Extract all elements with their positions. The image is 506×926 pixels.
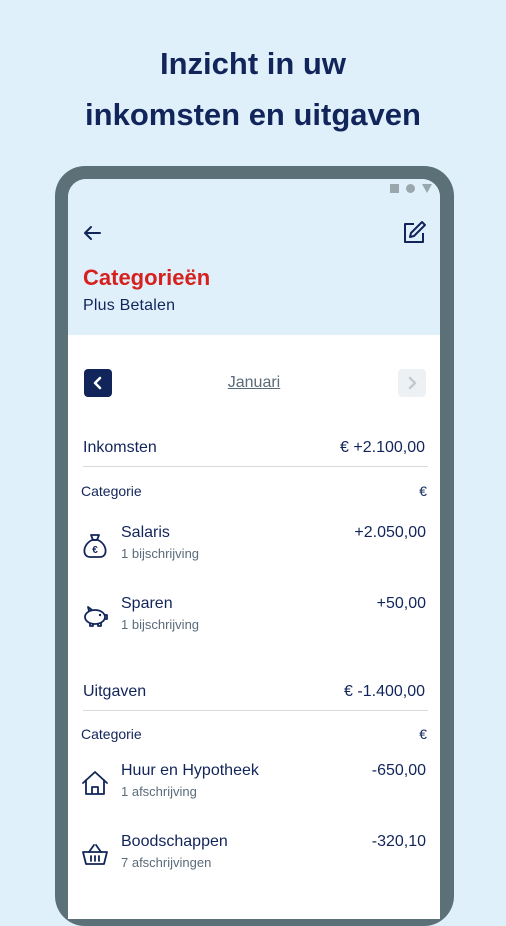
item-name: Sparen	[121, 595, 173, 612]
svg-text:€: €	[92, 545, 98, 556]
chevron-right-icon	[408, 376, 417, 390]
expenses-column-header: Categorie €	[81, 726, 427, 742]
amount-column-label: €	[419, 483, 427, 499]
money-bag-icon: €	[83, 534, 107, 558]
edit-icon[interactable]	[400, 219, 428, 247]
back-triangle-icon	[422, 184, 432, 193]
divider	[83, 710, 428, 711]
expenses-section-header: Uitgaven € -1.400,00	[83, 683, 425, 701]
status-bar	[390, 184, 432, 193]
list-item[interactable]: Huur en Hypotheek 1 afschrijving -650,00	[68, 762, 440, 822]
item-name: Salaris	[121, 524, 170, 541]
house-icon	[82, 771, 108, 795]
list-item[interactable]: Sparen 1 bijschrijving +50,00	[68, 595, 440, 655]
header-area: Categorieën Plus Betalen	[68, 179, 440, 335]
amount-column-label: €	[419, 726, 427, 742]
category-column-label: Categorie	[81, 483, 142, 499]
item-count: 1 bijschrijving	[121, 546, 200, 561]
income-section-header: Inkomsten € +2.100,00	[83, 439, 425, 457]
expenses-label: Uitgaven	[83, 683, 147, 700]
item-count: 1 afschrijving	[121, 784, 197, 799]
item-count: 1 bijschrijving	[121, 617, 200, 632]
item-amount: -320,10	[371, 833, 426, 850]
home-icon	[406, 184, 415, 193]
item-name: Huur en Hypotheek	[121, 762, 259, 779]
item-amount: +2.050,00	[354, 524, 426, 541]
list-item[interactable]: Boodschappen 7 afschrijvingen -320,10	[68, 833, 440, 893]
back-arrow-icon[interactable]	[80, 221, 104, 245]
promo-line-1: Inzicht in uw	[160, 46, 346, 81]
app-screen: Categorieën Plus Betalen Januari Inkomst…	[68, 179, 440, 919]
month-selector[interactable]: Januari	[68, 374, 440, 392]
income-column-header: Categorie €	[81, 483, 427, 499]
promo-heading: Inzicht in uw inkomsten en uitgaven	[0, 38, 506, 140]
divider	[83, 466, 428, 467]
basket-icon	[82, 844, 108, 865]
list-item[interactable]: € Salaris 1 bijschrijving +2.050,00	[68, 524, 440, 584]
page-title: Categorieën	[83, 265, 211, 290]
item-name: Boodschappen	[121, 833, 228, 850]
category-column-label: Categorie	[81, 726, 142, 742]
item-amount: -650,00	[371, 762, 426, 779]
next-month-button[interactable]	[398, 369, 426, 397]
expenses-total: € -1.400,00	[344, 683, 425, 700]
promo-line-2: inkomsten en uitgaven	[85, 97, 421, 132]
page-subtitle: Plus Betalen	[83, 297, 176, 314]
item-amount: +50,00	[376, 595, 426, 612]
income-label: Inkomsten	[83, 439, 157, 456]
recents-icon	[390, 184, 399, 193]
item-count: 7 afschrijvingen	[121, 855, 212, 870]
income-total: € +2.100,00	[340, 439, 425, 456]
piggy-bank-icon	[84, 606, 108, 627]
